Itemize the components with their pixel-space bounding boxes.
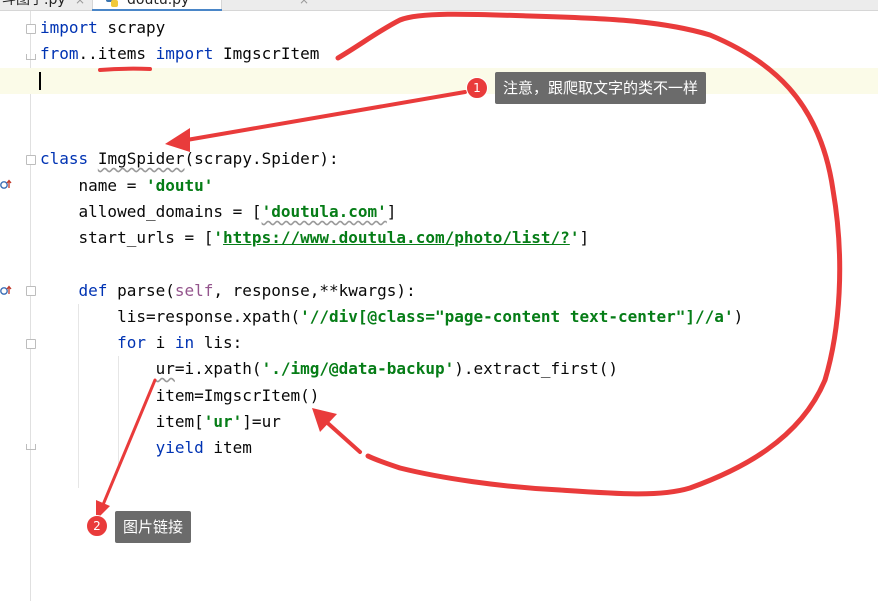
class-name: ImgSpider — [97, 149, 185, 168]
code-line-1[interactable]: import scrapy — [40, 15, 165, 41]
editor-gutter[interactable] — [0, 11, 31, 601]
code-line-16[interactable]: yield item — [40, 435, 252, 461]
code-line-6[interactable]: name = 'doutu' — [40, 173, 214, 199]
code-line-5[interactable]: class ImgSpider(scrapy.Spider): — [40, 146, 339, 172]
code-text: item — [203, 438, 252, 457]
annotation-badge-2: 2 — [86, 515, 108, 537]
python-file-icon — [106, 0, 118, 7]
code-line-7[interactable]: allowed_domains = ['doutula.com'] — [40, 199, 397, 225]
code-text: ImgscrItem — [213, 44, 320, 63]
fold-end-marker[interactable] — [26, 444, 36, 450]
red-arrowhead — [312, 408, 337, 432]
code-line-13[interactable]: ur=i.xpath('./img/@data-backup').extract… — [40, 356, 618, 382]
annotation-callout-2: 图片链接 — [115, 511, 192, 543]
keyword: yield — [155, 438, 204, 457]
url-link[interactable]: https://www.doutula.com/photo/list/? — [223, 228, 570, 247]
code-text: item[ — [40, 412, 204, 431]
code-text: ] — [386, 202, 397, 221]
red-arrow-stroke — [173, 90, 467, 144]
keyword: import — [40, 18, 98, 37]
code-line-2[interactable]: from..items import ImgscrItem — [40, 41, 319, 67]
keyword: in — [174, 333, 195, 352]
editor-tab-bar: 斗图子.py × doutu.py × — [0, 0, 878, 11]
text-caret — [39, 72, 41, 90]
code-line-15[interactable]: item['ur']=ur — [40, 409, 281, 435]
active-tab-indicator — [92, 9, 222, 11]
fold-end-marker[interactable] — [26, 54, 36, 60]
annotation-callout-1: 注意，跟爬取文字的类不一样 — [495, 72, 707, 104]
code-text: i — [145, 333, 175, 352]
current-line-highlight — [0, 68, 878, 94]
code-line-12[interactable]: for i in lis: — [40, 330, 242, 356]
string-literal: ' — [213, 228, 224, 247]
string-literal: './img/@data-backup' — [261, 359, 455, 378]
override-method-icon[interactable] — [0, 284, 12, 296]
code-line-11[interactable]: lis=response.xpath('//div[@class="page-c… — [40, 304, 743, 330]
fold-marker[interactable] — [26, 24, 36, 34]
code-text: lis: — [194, 333, 243, 352]
tab-label: 斗图子.py — [2, 0, 66, 8]
code-text: item=ImgscrItem() — [40, 386, 320, 405]
code-text: lis=response.xpath( — [40, 307, 301, 326]
code-text: .. — [78, 44, 98, 63]
keyword: import — [155, 44, 214, 63]
override-method-icon[interactable] — [0, 178, 12, 190]
code-line-8[interactable]: start_urls = ['https://www.doutula.com/p… — [40, 225, 590, 251]
keyword: class — [40, 149, 89, 168]
code-text: parse( — [107, 281, 175, 300]
keyword: def — [78, 281, 108, 300]
fold-marker[interactable] — [26, 339, 36, 349]
close-icon[interactable]: × — [75, 0, 85, 10]
fold-marker[interactable] — [26, 155, 36, 165]
string-literal: 'doutula.com' — [261, 202, 387, 221]
red-arrow-stroke — [320, 416, 362, 454]
code-line-14[interactable]: item=ImgscrItem() — [40, 383, 320, 409]
code-text: ]=ur — [242, 412, 281, 431]
variable-name: ur — [155, 359, 175, 378]
fold-marker[interactable] — [26, 286, 36, 296]
code-text: start_urls = [ — [40, 228, 214, 247]
close-icon[interactable]: × — [299, 0, 309, 10]
module-name: items — [97, 44, 146, 63]
code-text: (scrapy.Spider): — [184, 149, 339, 168]
code-text: =i.xpath( — [174, 359, 262, 378]
string-literal: ' — [569, 228, 580, 247]
code-text: scrapy — [97, 18, 166, 37]
self-keyword: self — [174, 281, 214, 300]
annotation-badge-1: 1 — [466, 77, 488, 99]
code-text: ).extract_first() — [454, 359, 618, 378]
code-text: , response,**kwargs): — [213, 281, 416, 300]
tab-doutuzi-py[interactable]: 斗图子.py × — [0, 0, 92, 10]
keyword: from — [40, 44, 79, 63]
string-literal: '//div[@class="page-content text-center"… — [300, 307, 734, 326]
code-text: ] — [579, 228, 590, 247]
code-text: ) — [733, 307, 744, 326]
string-literal: 'doutu' — [145, 176, 214, 195]
code-text: allowed_domains = [ — [40, 202, 262, 221]
string-literal: 'ur' — [203, 412, 243, 431]
keyword: for — [117, 333, 146, 352]
code-line-10[interactable]: def parse(self, response,**kwargs): — [40, 278, 416, 304]
code-text: name = — [40, 176, 146, 195]
